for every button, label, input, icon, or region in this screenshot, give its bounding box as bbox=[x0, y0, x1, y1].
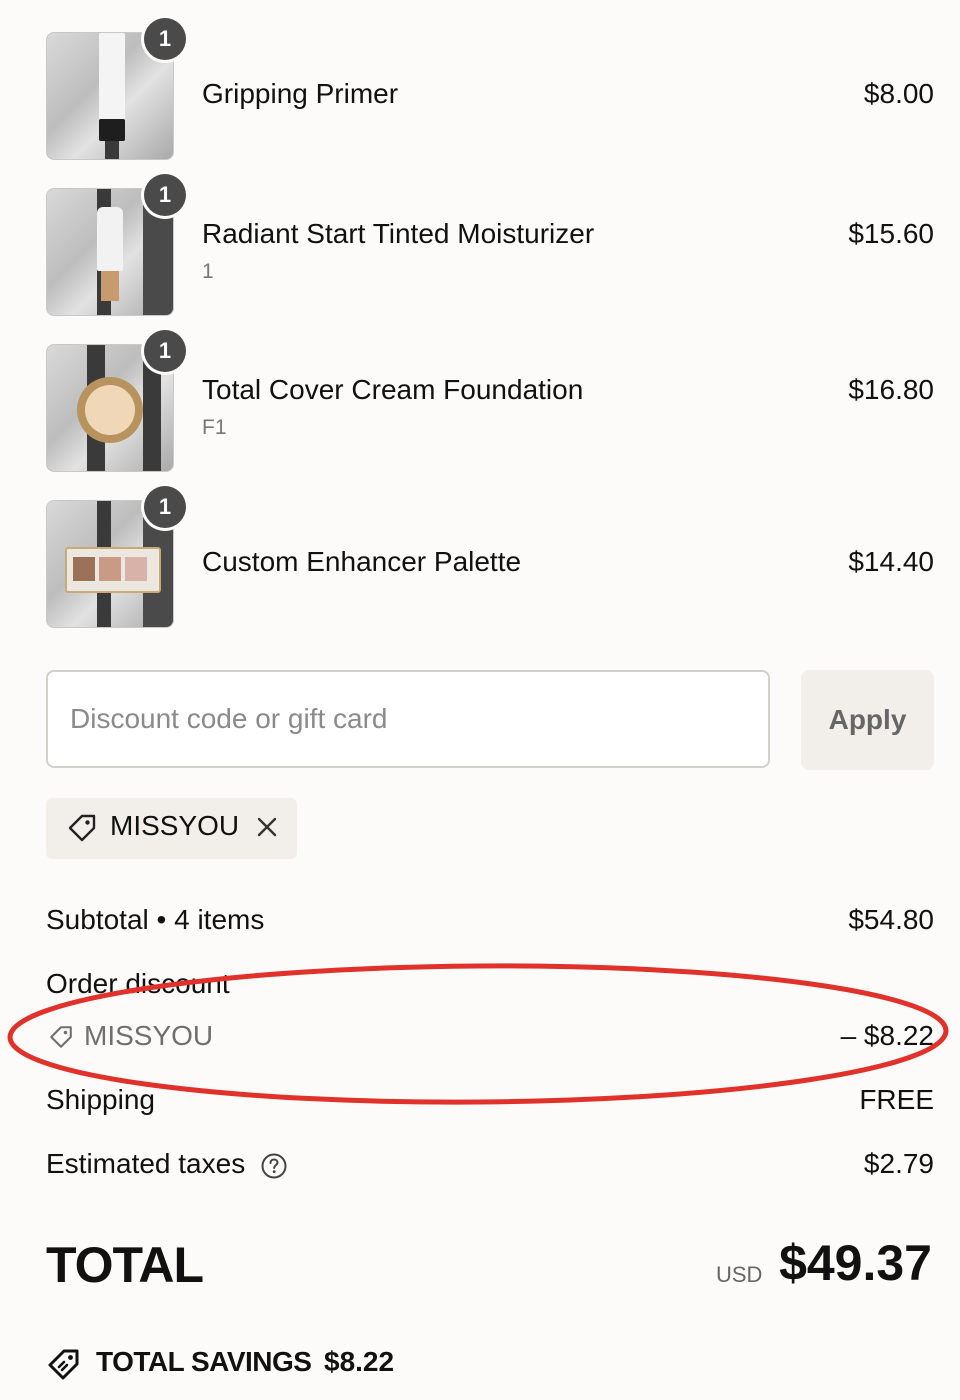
remove-discount-icon[interactable] bbox=[252, 812, 282, 847]
total-savings-value: $8.22 bbox=[324, 1346, 395, 1377]
item-name: Radiant Start Tinted Moisturizer bbox=[202, 218, 595, 249]
discount-code-label: MISSYOU bbox=[84, 1020, 214, 1051]
item-price: $15.60 bbox=[848, 218, 934, 249]
item-name: Custom Enhancer Palette bbox=[202, 546, 522, 577]
item-price: $14.40 bbox=[848, 546, 934, 577]
total-value: $49.37 bbox=[779, 1235, 932, 1291]
subtotal-label: Subtotal • 4 items bbox=[46, 904, 265, 935]
quantity-badge: 1 bbox=[144, 486, 186, 528]
line-item: 1 Total Cover Cream Foundation F1 $16.80 bbox=[46, 330, 934, 472]
savings-tag-icon bbox=[46, 1346, 82, 1387]
tag-icon bbox=[48, 1024, 74, 1055]
subtotal-value: $54.80 bbox=[848, 904, 934, 935]
total-label: TOTAL bbox=[46, 1237, 204, 1293]
item-price: $8.00 bbox=[863, 78, 934, 109]
line-item: 1 Radiant Start Tinted Moisturizer 1 $15… bbox=[46, 174, 934, 316]
item-name: Total Cover Cream Foundation bbox=[202, 374, 584, 405]
taxes-label: Estimated taxes bbox=[46, 1148, 246, 1179]
line-item: 1 Custom Enhancer Palette $14.40 bbox=[46, 486, 934, 628]
applied-code-label: MISSYOU bbox=[110, 810, 240, 841]
discount-code-input[interactable] bbox=[46, 670, 770, 768]
taxes-value: $2.79 bbox=[863, 1148, 934, 1179]
item-variant: 1 bbox=[202, 260, 214, 283]
quantity-badge: 1 bbox=[144, 18, 186, 60]
applied-discount-chip: MISSYOU bbox=[46, 798, 297, 859]
total-currency: USD bbox=[716, 1262, 763, 1287]
shipping-value: FREE bbox=[859, 1084, 934, 1115]
discount-value: – $8.22 bbox=[840, 1020, 934, 1051]
help-icon[interactable] bbox=[260, 1152, 288, 1185]
total-savings-label: TOTAL SAVINGS bbox=[96, 1346, 312, 1377]
order-discount-label: Order discount bbox=[46, 968, 230, 999]
item-price: $16.80 bbox=[848, 374, 934, 405]
item-name: Gripping Primer bbox=[202, 78, 399, 109]
line-item: 1 Gripping Primer $8.00 bbox=[46, 18, 934, 160]
quantity-badge: 1 bbox=[144, 330, 186, 372]
apply-button[interactable]: Apply bbox=[801, 670, 934, 770]
item-variant: F1 bbox=[202, 416, 227, 439]
quantity-badge: 1 bbox=[144, 174, 186, 216]
tag-icon bbox=[66, 812, 98, 849]
shipping-label: Shipping bbox=[46, 1084, 155, 1115]
